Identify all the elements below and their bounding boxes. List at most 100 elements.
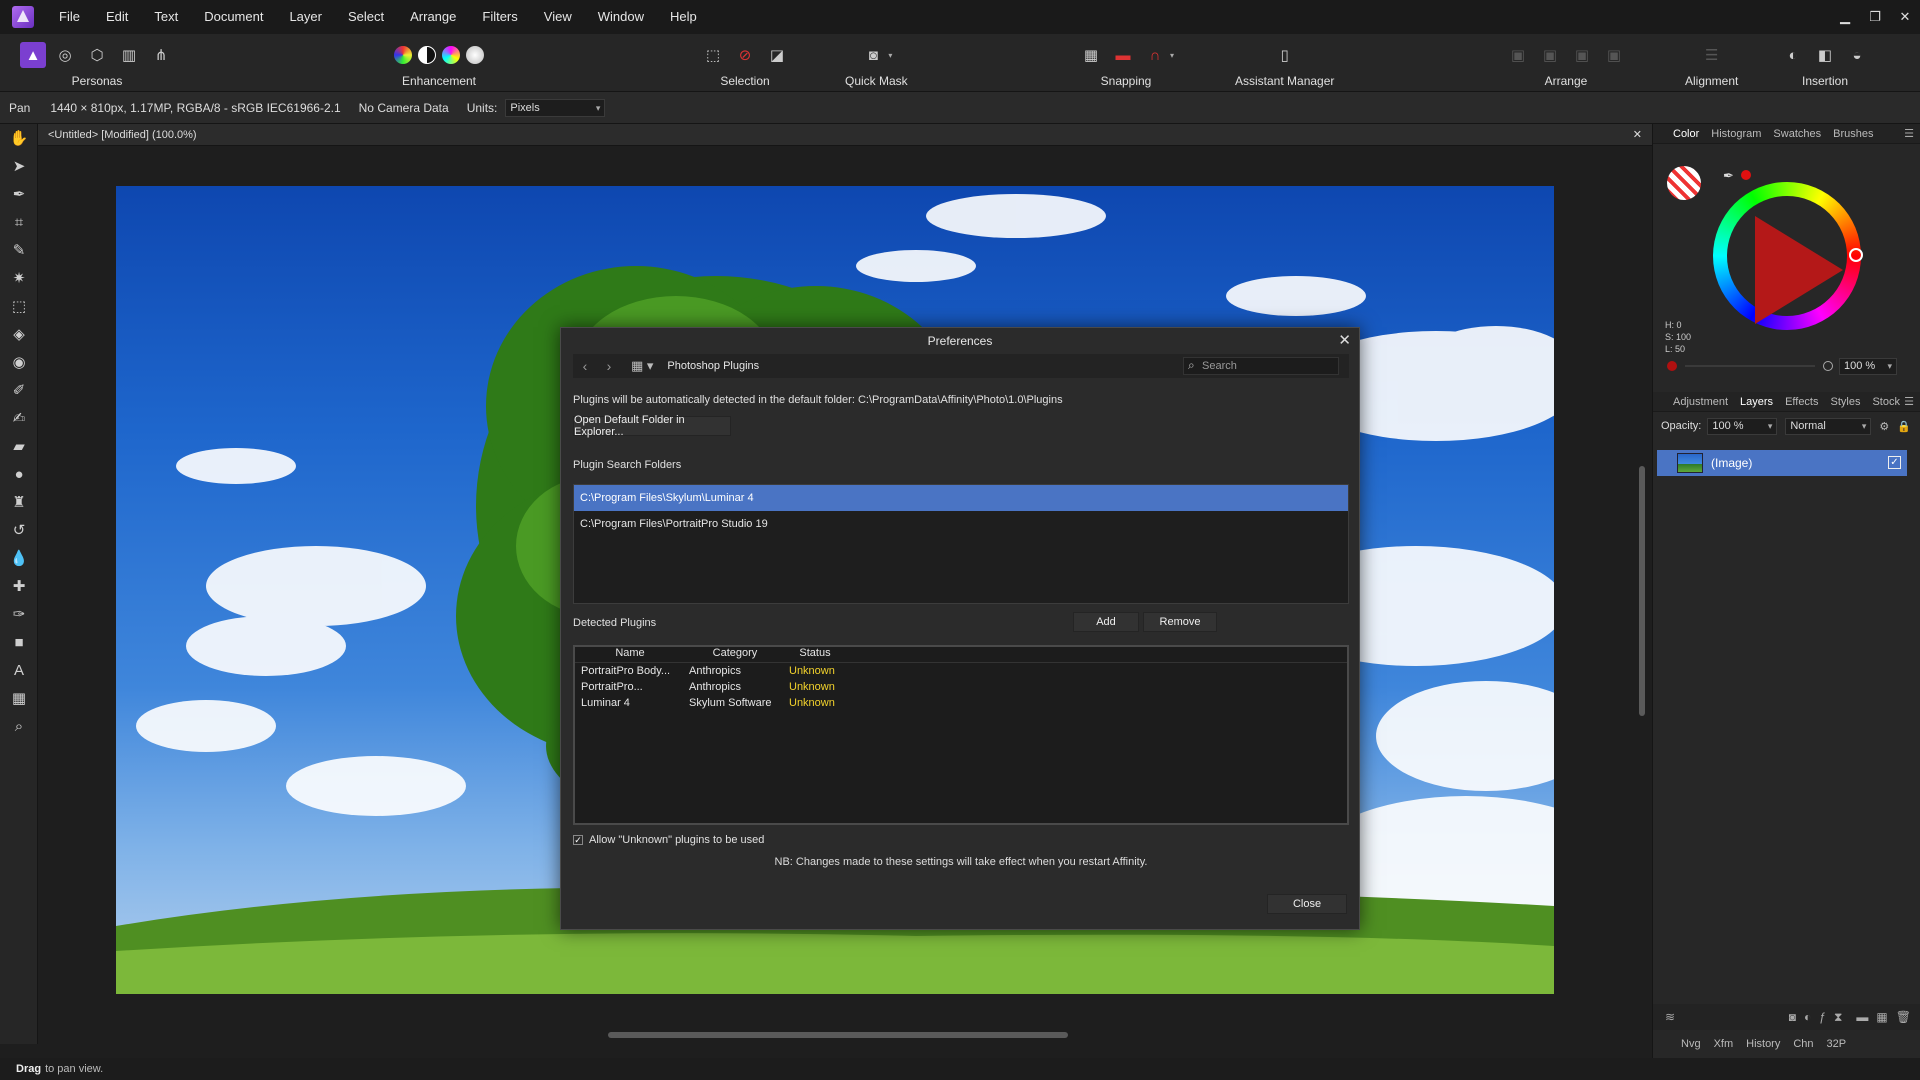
tab-color[interactable]: Color [1673, 128, 1699, 140]
quick-mask-icon[interactable]: ◙ [860, 42, 886, 68]
table-row[interactable]: PortraitPro Body... Anthropics Unknown [575, 663, 1347, 679]
tab-32p[interactable]: 32P [1827, 1038, 1847, 1050]
mask-layer-icon[interactable]: ◙ [1789, 1010, 1796, 1024]
move-back-icon[interactable]: ▣ [1537, 42, 1563, 68]
insert-behind-icon[interactable]: ◐ [1780, 42, 1806, 68]
move-tool-icon[interactable]: ➤ [0, 152, 38, 180]
color-picker-tool-icon[interactable]: ✒ [0, 180, 38, 208]
dialog-close-icon[interactable]: ✕ [1338, 331, 1351, 349]
snapping-magnet-icon[interactable]: ∩ [1142, 42, 1168, 68]
move-to-back-icon[interactable]: ▣ [1505, 42, 1531, 68]
layer-opacity-field[interactable]: 100 % [1707, 417, 1778, 435]
table-row[interactable]: PortraitPro... Anthropics Unknown [575, 679, 1347, 695]
color-replacement-tool-icon[interactable]: ✍ [0, 404, 38, 432]
delete-layer-icon[interactable]: 🗑 [1896, 1010, 1911, 1024]
tab-styles[interactable]: Styles [1831, 396, 1861, 408]
minimize-icon[interactable]: ▁ [1830, 0, 1860, 34]
menu-select[interactable]: Select [335, 0, 397, 34]
auto-levels-icon[interactable] [394, 46, 412, 64]
quick-mask-dropdown-icon[interactable]: ▾ [888, 51, 892, 60]
insert-inside-icon[interactable]: ◒ [1844, 42, 1870, 68]
hue-knob[interactable] [1849, 248, 1863, 262]
healing-tool-icon[interactable]: ✚ [0, 572, 38, 600]
selection-brush-tool-icon[interactable]: ✎ [0, 236, 38, 264]
tab-adjustment[interactable]: Adjustment [1673, 396, 1728, 408]
tab-brushes[interactable]: Brushes [1833, 128, 1873, 140]
move-to-front-icon[interactable]: ▣ [1601, 42, 1627, 68]
flood-select-tool-icon[interactable]: ✷ [0, 264, 38, 292]
tab-swatches[interactable]: Swatches [1773, 128, 1821, 140]
undo-brush-tool-icon[interactable]: ↺ [0, 516, 38, 544]
tab-navigator[interactable]: Nvg [1681, 1038, 1701, 1050]
tab-histogram[interactable]: Histogram [1711, 128, 1761, 140]
fx-icon[interactable]: ƒ [1819, 1010, 1826, 1024]
grid-icon[interactable]: ▦ [1078, 42, 1104, 68]
tab-channels[interactable]: Chn [1793, 1038, 1813, 1050]
auto-white-balance-icon[interactable] [466, 46, 484, 64]
lock-icon[interactable]: 🔒 [1897, 420, 1911, 433]
blend-mode-select[interactable]: Normal [1785, 417, 1872, 435]
tab-transform[interactable]: Xfm [1714, 1038, 1734, 1050]
menu-filters[interactable]: Filters [469, 0, 530, 34]
mesh-warp-tool-icon[interactable]: ▦ [0, 684, 38, 712]
insert-top-icon[interactable]: ◧ [1812, 42, 1838, 68]
eyedropper-icon[interactable]: ✒ [1723, 168, 1734, 184]
column-status[interactable]: Status [785, 647, 845, 662]
develop-persona-icon[interactable]: ⬡ [84, 42, 110, 68]
auto-contrast-icon[interactable] [418, 46, 436, 64]
adjustment-layer-icon[interactable]: ◐ [1804, 1010, 1811, 1024]
table-row[interactable]: Luminar 4 Skylum Software Unknown [575, 695, 1347, 711]
layers-panel-menu-icon[interactable]: ☰ [1904, 395, 1914, 408]
categories-grid-icon[interactable]: ▦ ▾ [631, 358, 653, 374]
close-window-icon[interactable]: ✕ [1890, 0, 1920, 34]
text-tool-icon[interactable]: A [0, 656, 38, 684]
dodge-tool-icon[interactable]: ● [0, 460, 38, 488]
folder-row[interactable]: C:\Program Files\PortraitPro Studio 19 [574, 511, 1348, 537]
menu-layer[interactable]: Layer [276, 0, 335, 34]
group-icon[interactable]: ▬ [1856, 1010, 1868, 1024]
remove-folder-button[interactable]: Remove [1143, 612, 1217, 632]
erase-tool-icon[interactable]: ▰ [0, 432, 38, 460]
rectangle-tool-icon[interactable]: ■ [0, 628, 38, 656]
color-wheel[interactable] [1713, 182, 1863, 330]
liquify-persona-icon[interactable]: ◎ [52, 42, 78, 68]
menu-document[interactable]: Document [191, 0, 276, 34]
folder-row[interactable]: C:\Program Files\Skylum\Luminar 4 [574, 485, 1348, 511]
tab-history[interactable]: History [1746, 1038, 1780, 1050]
fill-stroke-swatch-icon[interactable] [1667, 166, 1701, 200]
zoom-tool-icon[interactable]: ⌕ [0, 712, 38, 740]
color-triangle[interactable] [1755, 216, 1843, 324]
clone-tool-icon[interactable]: ♜ [0, 488, 38, 516]
menu-edit[interactable]: Edit [93, 0, 141, 34]
select-all-icon[interactable]: ⬚ [700, 42, 726, 68]
alignment-icon[interactable]: ☰ [1699, 42, 1725, 68]
layer-visibility-checkbox[interactable]: ✓ [1888, 456, 1901, 469]
opacity-knob-icon[interactable] [1823, 361, 1833, 371]
tab-effects[interactable]: Effects [1785, 396, 1818, 408]
preferences-search-input[interactable]: Search [1183, 357, 1339, 375]
paint-brush-tool-icon[interactable]: ✐ [0, 376, 38, 404]
tab-stock[interactable]: Stock [1872, 396, 1900, 408]
assistant-icon[interactable]: ▯ [1272, 42, 1298, 68]
layer-item[interactable]: (Image) ✓ [1657, 450, 1907, 476]
blur-tool-icon[interactable]: 💧 [0, 544, 38, 572]
photo-persona-icon[interactable]: ▲ [20, 42, 46, 68]
vertical-scroll-thumb[interactable] [1639, 466, 1645, 716]
horizontal-scrollbar[interactable] [38, 1028, 1638, 1042]
layers-stack-icon[interactable]: ≋ [1665, 1010, 1675, 1024]
restore-icon[interactable]: ❐ [1860, 0, 1890, 34]
crop-tool-icon[interactable]: ⌗ [0, 208, 38, 236]
back-arrow-icon[interactable]: ‹ [573, 358, 597, 374]
document-tab[interactable]: <Untitled> [Modified] (100.0%) ✕ [38, 124, 1652, 146]
menu-view[interactable]: View [531, 0, 585, 34]
pen-tool-icon[interactable]: ✑ [0, 600, 38, 628]
menu-help[interactable]: Help [657, 0, 710, 34]
add-folder-button[interactable]: Add [1073, 612, 1139, 632]
move-forward-icon[interactable]: ▣ [1569, 42, 1595, 68]
snapping-dropdown-icon[interactable]: ▾ [1170, 51, 1174, 60]
column-category[interactable]: Category [685, 647, 785, 662]
color-opacity-field[interactable]: 100 % [1839, 357, 1897, 375]
menu-arrange[interactable]: Arrange [397, 0, 469, 34]
menu-file[interactable]: File [46, 0, 93, 34]
close-document-icon[interactable]: ✕ [1633, 128, 1642, 141]
